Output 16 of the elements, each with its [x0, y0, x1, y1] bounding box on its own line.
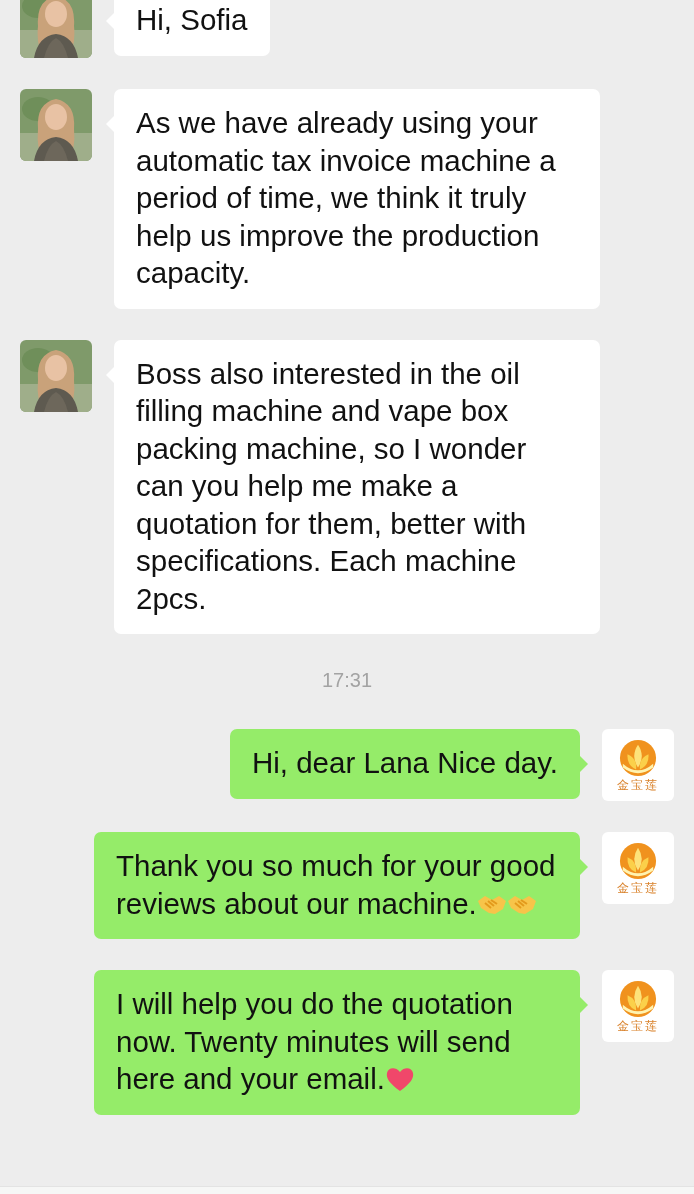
message-bubble: Thank you so much for your good reviews about our machine.: [94, 832, 580, 939]
bubble-tail: [580, 756, 588, 772]
bubble-tail: [580, 997, 588, 1013]
message-bubble: Hi, dear Lana Nice day.: [229, 729, 580, 799]
logo-text: 金宝莲: [617, 779, 659, 791]
bubble-tail: [580, 859, 588, 875]
message-bubble: Hi, Sofia: [114, 0, 270, 56]
message-bubble: As we have already using your automatic tax invoice machine a period of time, we think it truly help us improve the production capacity.: [114, 89, 600, 309]
sun-lotus-icon: [619, 842, 657, 880]
logo-text: 金宝莲: [617, 1020, 659, 1032]
message-bubble: I will help you do the quotation now. Twenty minutes will send here and your email.: [94, 970, 580, 1115]
timestamp: 17:31: [321, 669, 373, 691]
logo-text: 金宝莲: [617, 882, 659, 894]
sun-lotus-icon: [619, 980, 657, 1018]
sun-lotus-icon: [619, 739, 657, 777]
message-bubble: Boss also interested in the oil filling machine and vape box packing machine, so I wonder can you help me make a quotation for them, better with specifications. Each machine 2pcs.: [114, 339, 600, 634]
